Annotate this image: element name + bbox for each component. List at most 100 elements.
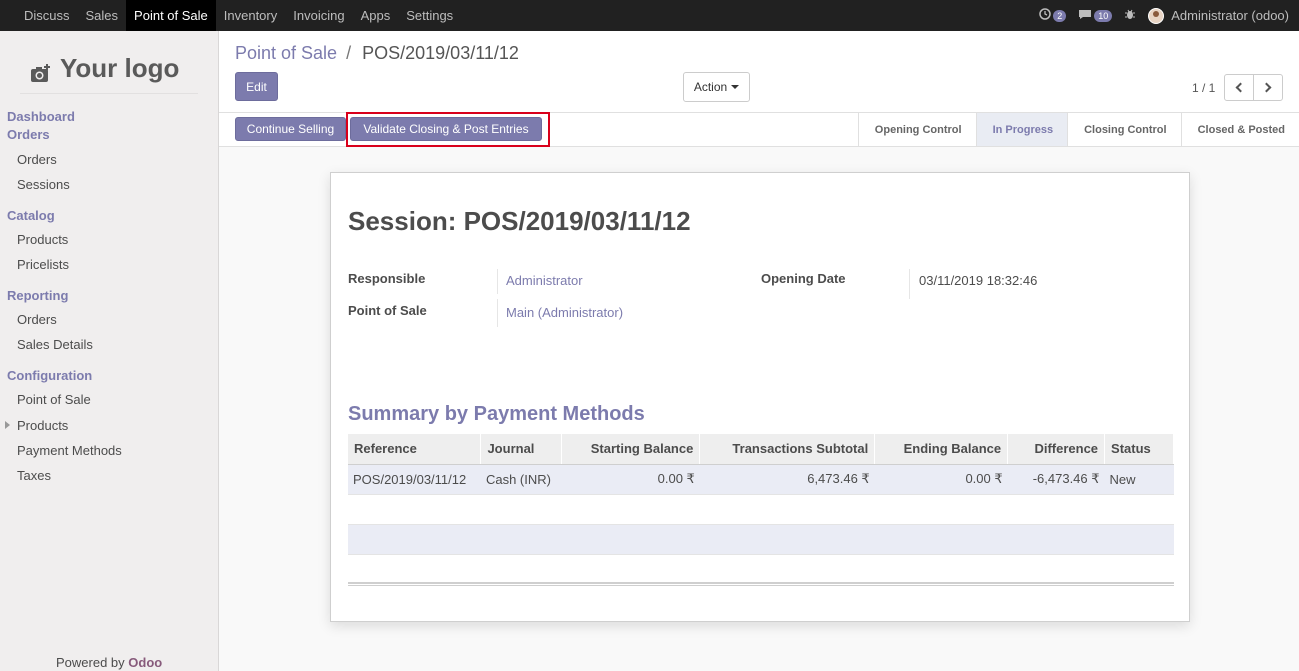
cell-status: New [1104,464,1174,495]
logo-divider [20,93,198,94]
app-menu: Discuss Sales Point of Sale Inventory In… [0,0,461,31]
caret-down-icon [731,85,740,89]
field-divider [909,269,910,299]
cell-difference: -6,473.46 ₹ [1007,464,1105,495]
form-statusbar: Continue Selling Validate Closing & Post… [219,112,1299,147]
action-dropdown[interactable]: Action [683,72,750,102]
opening-date-value: 03/11/2019 18:32:46 [919,273,1038,288]
activity-button[interactable]: 2 [1039,8,1067,23]
sidebar-item-sales-details[interactable]: Sales Details [17,337,93,352]
control-panel: Point of Sale / POS/2019/03/11/12 Edit A… [219,31,1299,113]
breadcrumb-current: POS/2019/03/11/12 [362,43,519,63]
clock-icon [1039,8,1051,23]
sidebar-section-orders: Orders [7,127,50,142]
sidebar-item-sessions[interactable]: Sessions [17,177,70,192]
cell-starting-balance: 0.00 ₹ [561,464,700,495]
sidebar-item-products[interactable]: Products [17,232,68,247]
powered-by: Powered by Odoo [56,655,162,670]
sidebar: Your logo Dashboard Orders Orders Sessio… [0,31,219,671]
edit-button[interactable]: Edit [235,72,278,101]
col-starting-balance[interactable]: Starting Balance [561,434,701,465]
breadcrumb: Point of Sale / POS/2019/03/11/12 [235,43,519,64]
table-row[interactable]: POS/2019/03/11/12 Cash (INR) 0.00 ₹ 6,47… [348,464,1174,495]
point-of-sale-label: Point of Sale [348,303,427,318]
table-footer [348,582,1174,586]
empty-row [348,524,1174,555]
chevron-left-icon [1235,82,1246,93]
top-navbar: Discuss Sales Point of Sale Inventory In… [0,0,1299,31]
stage-closing-control[interactable]: Closing Control [1067,113,1181,146]
pager-value[interactable]: 1 / 1 [1192,81,1215,95]
responsible-field[interactable]: Administrator [506,273,583,288]
sidebar-item-payment-methods[interactable]: Payment Methods [17,443,122,458]
bug-icon [1124,8,1136,23]
stage-pipeline: Opening Control In Progress Closing Cont… [857,113,1299,146]
odoo-link[interactable]: Odoo [128,655,162,670]
cell-ending-balance: 0.00 ₹ [874,464,1008,495]
sidebar-item-pricelists[interactable]: Pricelists [17,257,69,272]
breadcrumb-parent[interactable]: Point of Sale [235,43,337,63]
field-divider [497,269,498,294]
page-title: Session: POS/2019/03/11/12 [348,206,691,236]
sidebar-section-configuration: Configuration [7,368,93,383]
sidebar-section-catalog: Catalog [7,208,55,223]
breadcrumb-separator: / [346,43,352,63]
messages-count-badge: 10 [1094,9,1113,22]
payment-summary-table: Reference Journal Starting Balance Trans… [348,434,1174,555]
user-menu[interactable]: Administrator (odoo) [1148,7,1289,24]
menu-discuss[interactable]: Discuss [16,0,78,31]
sidebar-item-taxes[interactable]: Taxes [17,468,51,483]
col-status[interactable]: Status [1104,434,1174,465]
chat-icon [1078,8,1092,23]
summary-title: Summary by Payment Methods [348,403,645,425]
col-journal[interactable]: Journal [480,434,563,465]
validate-closing-button[interactable]: Validate Closing & Post Entries [350,117,542,141]
continue-selling-button[interactable]: Continue Selling [235,117,346,141]
sidebar-item-report-orders[interactable]: Orders [17,312,57,327]
cell-transactions-subtotal: 6,473.46 ₹ [699,464,875,495]
sidebar-dashboard[interactable]: Dashboard [7,109,75,124]
cell-reference: POS/2019/03/11/12 [348,464,481,495]
stage-opening-control[interactable]: Opening Control [857,113,976,146]
stage-closed-posted[interactable]: Closed & Posted [1180,113,1299,146]
debug-button[interactable] [1124,8,1136,23]
field-divider [497,299,498,327]
activity-count-badge: 2 [1053,9,1067,22]
sidebar-item-orders[interactable]: Orders [17,152,57,167]
messaging-button[interactable]: 10 [1078,8,1113,23]
caret-right-icon[interactable] [5,421,10,429]
pager-previous-button[interactable] [1224,74,1254,101]
sidebar-section-reporting: Reporting [7,288,69,303]
opening-date-label: Opening Date [761,271,846,286]
sidebar-item-point-of-sale[interactable]: Point of Sale [17,392,91,407]
menu-invoicing[interactable]: Invoicing [285,0,352,31]
powered-prefix: Powered by [56,655,125,670]
user-name: Administrator (odoo) [1171,8,1289,23]
point-of-sale-field[interactable]: Main (Administrator) [506,305,623,320]
pager-next-button[interactable] [1253,74,1283,101]
menu-settings[interactable]: Settings [398,0,461,31]
main-content: Point of Sale / POS/2019/03/11/12 Edit A… [219,31,1299,671]
table-header-row: Reference Journal Starting Balance Trans… [348,434,1174,465]
col-ending-balance[interactable]: Ending Balance [874,434,1009,465]
chevron-right-icon [1261,82,1272,93]
form-sheet: Session: POS/2019/03/11/12 Responsible A… [330,172,1190,622]
col-difference[interactable]: Difference [1007,434,1106,465]
col-transactions-subtotal[interactable]: Transactions Subtotal [699,434,876,465]
systray: 2 10 Administrator (odoo) [1039,0,1299,31]
cell-journal: Cash (INR) [480,464,562,495]
company-logo[interactable]: Your logo [30,53,179,84]
camera-icon [30,60,52,82]
empty-row [348,494,1174,525]
logo-text: Your logo [60,53,180,83]
menu-apps[interactable]: Apps [353,0,399,31]
menu-point-of-sale[interactable]: Point of Sale [126,0,216,31]
col-reference[interactable]: Reference [348,434,482,465]
menu-inventory[interactable]: Inventory [216,0,285,31]
stage-in-progress[interactable]: In Progress [975,113,1068,146]
responsible-label: Responsible [348,271,426,286]
sidebar-item-config-products[interactable]: Products [17,418,68,433]
action-label: Action [693,80,728,94]
menu-sales[interactable]: Sales [78,0,127,31]
avatar [1148,7,1165,24]
